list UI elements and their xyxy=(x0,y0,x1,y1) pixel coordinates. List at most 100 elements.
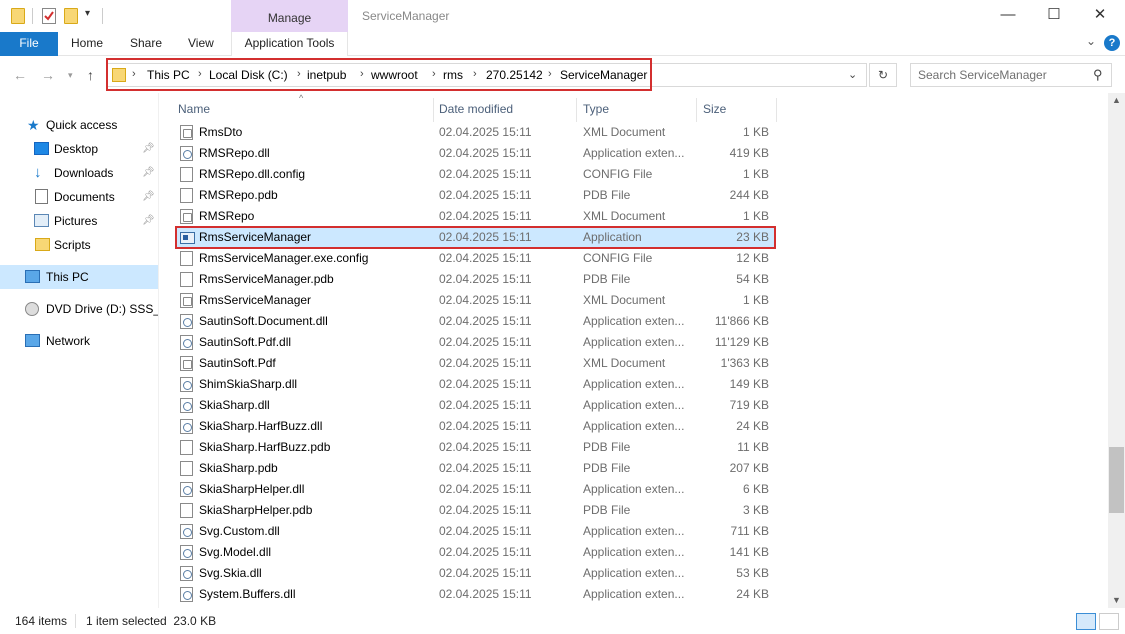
dll-file-icon xyxy=(180,377,193,392)
file-name: RmsServiceManager.exe.config xyxy=(199,251,369,265)
this-pc-icon xyxy=(25,270,40,283)
expand-ribbon-icon[interactable]: ⌄ xyxy=(1086,34,1096,48)
maximize-button[interactable]: ☐ xyxy=(1031,0,1077,32)
scroll-down-arrow-icon[interactable]: ▼ xyxy=(1108,595,1125,605)
file-row[interactable]: RmsServiceManager 02.04.2025 15:11 Applica… xyxy=(175,227,775,248)
properties-icon[interactable] xyxy=(42,8,56,24)
breadcrumb-separator[interactable]: › xyxy=(132,68,136,80)
dll-file-icon xyxy=(180,566,193,581)
search-box[interactable]: ⚲ xyxy=(910,63,1112,87)
refresh-button[interactable]: ↻ xyxy=(869,63,897,87)
file-type: CONFIG File xyxy=(583,167,653,181)
breadcrumb-separator[interactable]: › xyxy=(198,68,202,80)
file-name: RmsServiceManager xyxy=(199,230,312,244)
file-type: Application xyxy=(583,230,642,244)
file-size: 711 KB xyxy=(730,524,769,538)
sidebar-item-scripts[interactable]: Scripts xyxy=(0,233,158,257)
sidebar-item-this-pc[interactable]: This PC xyxy=(0,265,158,289)
file-row[interactable]: SkiaSharp.pdb 02.04.2025 15:11 PDB File 207… xyxy=(175,458,775,479)
back-arrow-icon[interactable]: ← xyxy=(13,67,27,83)
tab-share[interactable]: Share xyxy=(130,32,162,56)
file-row[interactable]: SkiaSharpHelper.pdb 02.04.2025 15:11 PDB F… xyxy=(175,500,775,521)
file-row[interactable]: RmsServiceManager.pdb 02.04.2025 15:11 PDB… xyxy=(175,269,775,290)
breadcrumb-separator[interactable]: › xyxy=(360,68,364,80)
file-name: RmsServiceManager.pdb xyxy=(199,272,334,286)
address-bar[interactable]: › This PC › Local Disk (C:) › inetpub › … xyxy=(107,63,867,87)
sidebar-item-downloads[interactable]: ↓ Downloads 📌︎ xyxy=(0,161,158,185)
file-row[interactable]: Svg.Custom.dll 02.04.2025 15:11 Applicatio… xyxy=(175,521,775,542)
scrollbar-thumb[interactable] xyxy=(1109,447,1124,513)
folder-icon xyxy=(11,8,25,24)
scroll-up-arrow-icon[interactable]: ▲ xyxy=(1108,95,1125,105)
vertical-scrollbar[interactable]: ▲ ▼ xyxy=(1108,93,1125,608)
file-row[interactable]: SkiaSharpHelper.dll 02.04.2025 15:11 Appli… xyxy=(175,479,775,500)
file-row[interactable]: Svg.Skia.dll 02.04.2025 15:11 Application … xyxy=(175,563,775,584)
breadcrumb-separator[interactable]: › xyxy=(548,68,552,80)
breadcrumb-version[interactable]: 270.25142 xyxy=(486,68,543,82)
breadcrumb-wwwroot[interactable]: wwwroot xyxy=(371,68,418,82)
breadcrumb-local-disk[interactable]: Local Disk (C:) xyxy=(209,68,288,82)
file-type: Application exten... xyxy=(583,377,685,391)
file-type: PDB File xyxy=(583,188,631,202)
file-date-modified: 02.04.2025 15:11 xyxy=(439,167,532,181)
tab-home[interactable]: Home xyxy=(71,32,103,56)
sidebar-item-desktop[interactable]: Desktop 📌︎ xyxy=(0,137,158,161)
column-header-name[interactable]: Name xyxy=(172,98,434,122)
close-button[interactable]: ✕ xyxy=(1077,0,1123,32)
column-header-date-modified[interactable]: Date modified xyxy=(433,98,577,122)
file-row[interactable]: SkiaSharp.HarfBuzz.pdb 02.04.2025 15:11 PD… xyxy=(175,437,775,458)
file-row[interactable]: SautinSoft.Pdf.dll 02.04.2025 15:11 Applic… xyxy=(175,332,775,353)
sidebar-item-quick-access[interactable]: ★ Quick access xyxy=(0,113,158,137)
refresh-icon: ↻ xyxy=(877,68,889,82)
customize-quick-access-icon[interactable]: ▾ xyxy=(85,8,90,19)
help-icon[interactable]: ? xyxy=(1104,35,1120,51)
details-view-icon[interactable] xyxy=(1076,613,1096,630)
tab-view[interactable]: View xyxy=(188,32,214,56)
search-input[interactable] xyxy=(918,65,1088,85)
sidebar-item-dvd-drive[interactable]: DVD Drive (D:) SSS_X6 xyxy=(0,297,158,321)
file-type: PDB File xyxy=(583,461,631,475)
file-row[interactable]: RMSRepo.dll.config 02.04.2025 15:11 CONFIG… xyxy=(175,164,775,185)
file-row[interactable]: RmsServiceManager.exe.config 02.04.2025 1… xyxy=(175,248,775,269)
file-row[interactable]: RmsServiceManager 02.04.2025 15:11 XML Doc… xyxy=(175,290,775,311)
tab-manage[interactable]: Manage xyxy=(231,0,348,32)
file-row[interactable]: System.Buffers.dll 02.04.2025 15:11 Applic… xyxy=(175,584,775,605)
up-arrow-icon[interactable]: ↑ xyxy=(87,67,94,83)
sidebar-item-pictures[interactable]: Pictures 📌︎ xyxy=(0,209,158,233)
file-row[interactable]: SautinSoft.Pdf 02.04.2025 15:11 XML Docume… xyxy=(175,353,775,374)
breadcrumb-this-pc[interactable]: This PC xyxy=(147,68,190,82)
search-icon[interactable]: ⚲ xyxy=(1093,67,1103,83)
file-row[interactable]: SkiaSharp.HarfBuzz.dll 02.04.2025 15:11 Ap… xyxy=(175,416,775,437)
file-name: System.Buffers.dll xyxy=(199,587,296,601)
breadcrumb-separator[interactable]: › xyxy=(473,68,477,80)
pane-splitter[interactable] xyxy=(158,93,159,608)
breadcrumb-separator[interactable]: › xyxy=(432,68,436,80)
dll-file-icon xyxy=(180,419,193,434)
file-date-modified: 02.04.2025 15:11 xyxy=(439,545,532,559)
sidebar-item-documents[interactable]: Documents 📌︎ xyxy=(0,185,158,209)
breadcrumb-servicemanager[interactable]: ServiceManager xyxy=(560,68,647,82)
sidebar-item-network[interactable]: Network xyxy=(0,329,158,353)
breadcrumb-inetpub[interactable]: inetpub xyxy=(307,68,346,82)
minimize-button[interactable]: — xyxy=(985,0,1031,32)
file-row[interactable]: Svg.Model.dll 02.04.2025 15:11 Application… xyxy=(175,542,775,563)
file-row[interactable]: RMSRepo 02.04.2025 15:11 XML Document 1 KB xyxy=(175,206,775,227)
file-row[interactable]: SautinSoft.Document.dll 02.04.2025 15:11 A… xyxy=(175,311,775,332)
forward-arrow-icon[interactable]: → xyxy=(41,67,55,83)
column-header-size[interactable]: Size xyxy=(697,98,777,122)
file-row[interactable]: SkiaSharp.dll 02.04.2025 15:11 Application… xyxy=(175,395,775,416)
file-row[interactable]: ShimSkiaSharp.dll 02.04.2025 15:11 Applica… xyxy=(175,374,775,395)
new-folder-icon[interactable] xyxy=(64,8,78,24)
recent-locations-chevron-icon[interactable]: ▾ xyxy=(68,70,73,81)
address-dropdown-chevron-icon[interactable]: ⌄ xyxy=(848,68,857,81)
large-icons-view-icon[interactable] xyxy=(1099,613,1119,630)
column-header-type[interactable]: Type xyxy=(577,98,697,122)
breadcrumb-rms[interactable]: rms xyxy=(443,68,463,82)
tab-file[interactable]: File xyxy=(0,32,58,56)
file-date-modified: 02.04.2025 15:11 xyxy=(439,587,532,601)
file-row[interactable]: RMSRepo.pdb 02.04.2025 15:11 PDB File 244 K… xyxy=(175,185,775,206)
file-row[interactable]: RmsDto 02.04.2025 15:11 XML Document 1 KB xyxy=(175,122,775,143)
breadcrumb-separator[interactable]: › xyxy=(297,68,301,80)
tab-application-tools[interactable]: Application Tools xyxy=(231,32,348,56)
file-row[interactable]: RMSRepo.dll 02.04.2025 15:11 Application e… xyxy=(175,143,775,164)
